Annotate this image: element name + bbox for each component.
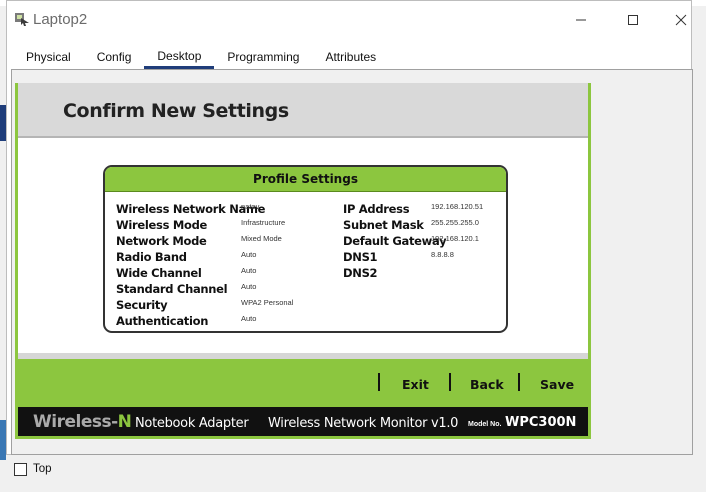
- laptop-window: Laptop2 Physical Config Desktop Programm…: [6, 0, 693, 455]
- save-button[interactable]: Save: [540, 377, 574, 392]
- brand-n-letter: N: [117, 412, 132, 432]
- close-icon: [675, 14, 687, 26]
- separator: [518, 373, 520, 391]
- label-authentication: Authentication: [116, 314, 209, 328]
- separator: [378, 373, 380, 391]
- back-button[interactable]: Back: [470, 377, 504, 392]
- action-bar: Exit Back Save: [18, 359, 588, 407]
- value-wide-channel: Auto: [241, 266, 257, 275]
- linksys-monitor-panel: Confirm New Settings Profile Settings Wi…: [15, 83, 591, 439]
- title-bar[interactable]: Laptop2: [7, 1, 691, 37]
- tab-attributes[interactable]: Attributes: [312, 45, 389, 69]
- brand-wireless-n-logo: Wireless-N: [33, 412, 132, 432]
- label-network-mode: Network Mode: [116, 234, 207, 248]
- screen: Laptop2 Physical Config Desktop Programm…: [0, 0, 706, 492]
- page-title: Confirm New Settings: [63, 100, 289, 122]
- value-ip-address: 192.168.120.51: [431, 202, 484, 211]
- top-checkbox[interactable]: [14, 463, 27, 476]
- value-authentication: Auto: [241, 314, 257, 323]
- label-dns1: DNS1: [343, 250, 378, 264]
- tab-physical[interactable]: Physical: [13, 45, 84, 69]
- value-security: WPA2 Personal: [241, 298, 294, 307]
- label-standard-channel: Standard Channel: [116, 282, 228, 296]
- separator: [449, 373, 451, 391]
- tab-config[interactable]: Config: [84, 45, 145, 69]
- tab-bar: Physical Config Desktop Programming Attr…: [13, 45, 389, 69]
- label-wireless-mode: Wireless Mode: [116, 218, 208, 232]
- profile-settings-title: Profile Settings: [105, 167, 506, 192]
- value-default-gateway: 192.168.120.1: [431, 234, 479, 243]
- model-number: WPC300N: [505, 415, 577, 430]
- value-radio-band: Auto: [241, 250, 257, 259]
- maximize-button[interactable]: [611, 7, 655, 33]
- label-ip-address: IP Address: [343, 202, 410, 216]
- label-dns2: DNS2: [343, 266, 378, 280]
- profile-settings-box: Profile Settings Wireless Network Name n…: [103, 165, 508, 333]
- value-subnet-mask: 255.255.255.0: [431, 218, 479, 227]
- close-button[interactable]: [659, 7, 703, 33]
- brand-monitor-text: Wireless Network Monitor v1.0: [268, 416, 459, 431]
- label-wide-channel: Wide Channel: [116, 266, 202, 280]
- laptop-app-icon: [15, 13, 29, 26]
- value-wireless-mode: Infrastructure: [241, 218, 286, 227]
- model-number-label: Model No.: [468, 421, 502, 428]
- value-network-mode: Mixed Mode: [241, 234, 282, 243]
- window-title: Laptop2: [33, 11, 88, 28]
- label-subnet-mask: Subnet Mask: [343, 218, 424, 232]
- value-dns1: 8.8.8.8: [431, 250, 454, 259]
- exit-button[interactable]: Exit: [402, 377, 429, 392]
- brand-adapter-text: Notebook Adapter: [135, 416, 249, 431]
- value-wireless-network-name: natav: [241, 202, 260, 211]
- value-standard-channel: Auto: [241, 282, 257, 291]
- brand-wireless-text: Wireless-: [33, 412, 118, 432]
- tab-programming[interactable]: Programming: [214, 45, 312, 69]
- maximize-icon: [628, 15, 638, 25]
- label-security: Security: [116, 298, 168, 312]
- label-radio-band: Radio Band: [116, 250, 187, 264]
- brand-bar: Wireless-N Notebook Adapter Wireless Net…: [18, 407, 588, 439]
- minimize-icon: [576, 19, 586, 21]
- top-checkbox-label: Top: [33, 463, 52, 475]
- panel-header: Confirm New Settings: [18, 83, 588, 138]
- minimize-button[interactable]: [559, 7, 603, 33]
- tab-desktop[interactable]: Desktop: [144, 45, 215, 69]
